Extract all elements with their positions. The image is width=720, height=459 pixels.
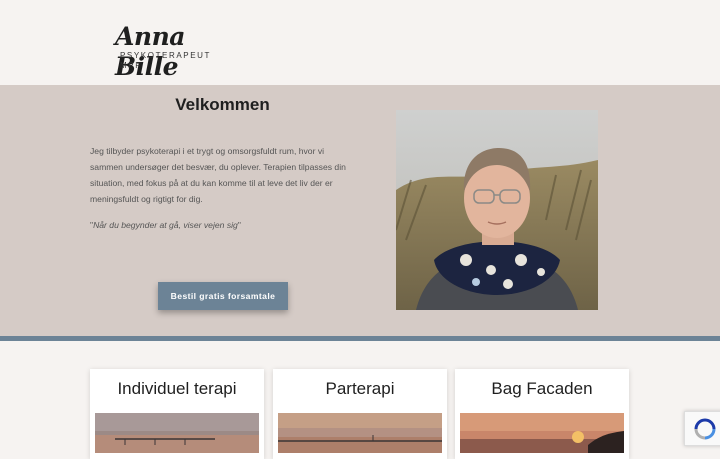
site-header: Anna Bille PSYKOTERAPEUT MPF [0,0,720,85]
card-title: Bag Facaden [491,379,593,398]
quote-close-mark: " [237,220,241,230]
card-image [95,413,259,453]
book-consultation-button[interactable]: Bestil gratis forsamtale [158,282,288,310]
logo-tagline: PSYKOTERAPEUT MPF [120,51,211,70]
recaptcha-badge[interactable] [684,411,720,446]
card-image [278,413,442,453]
card-couples-therapy[interactable]: Parterapi [273,369,447,459]
hero-section: Velkommen Jeg tilbyder psykoterapi i et … [0,85,720,337]
card-bag-facaden[interactable]: Bag Facaden [455,369,629,459]
logo[interactable]: Anna Bille PSYKOTERAPEUT MPF [115,22,235,81]
card-individual-therapy[interactable]: Individuel terapi [90,369,264,459]
sunset-pier-image [95,413,259,453]
card-title: Parterapi [325,379,395,398]
quote-text: Når du begynder at gå, viser vejen sig [93,220,238,230]
portrait-illustration [396,110,598,310]
services-section: Individuel terapi Parterapi Bag Facaden [0,341,720,459]
sunset-coast-image [460,413,624,453]
recaptcha-icon [694,418,716,439]
sunset-pier-image [278,413,442,453]
card-title: Individuel terapi [117,379,237,398]
hero-paragraph: Jeg tilbyder psykoterapi i et trygt og o… [90,146,346,204]
portrait-photo [396,110,598,310]
hero-title: Velkommen [175,95,270,114]
hero-quote: "Når du begynder at gå, viser vejen sig" [90,218,356,232]
card-image [460,413,624,453]
